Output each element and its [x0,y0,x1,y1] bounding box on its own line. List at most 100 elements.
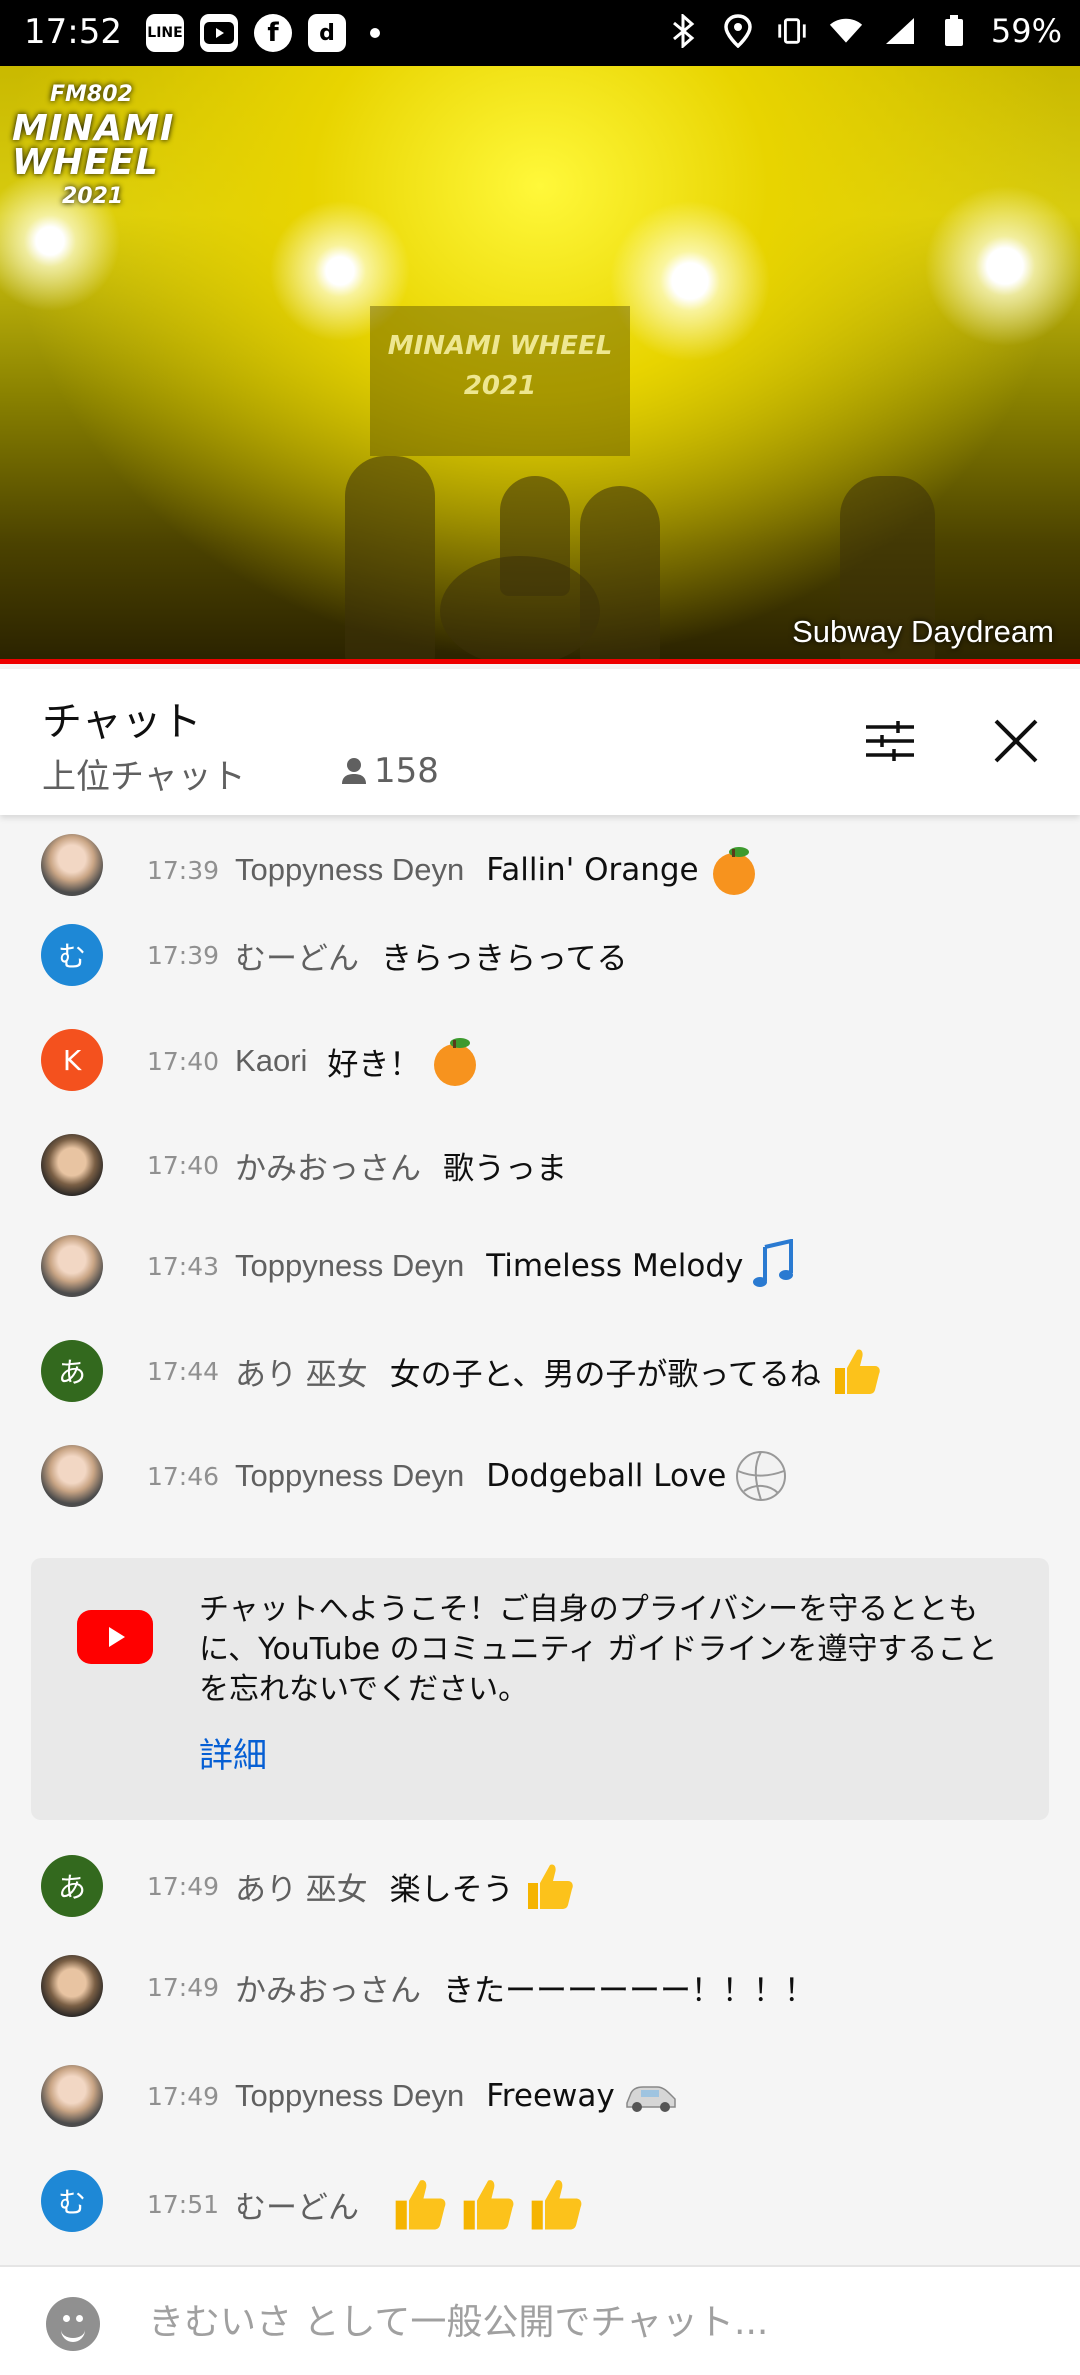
d-app-icon: d [308,14,346,52]
more-notifications-icon [370,28,380,38]
facebook-app-icon: f [254,14,292,52]
vibrate-icon [775,14,809,48]
message-text: Fallin' Orange [486,852,699,888]
message-author[interactable]: Toppyness Deyn [235,1248,464,1284]
message-text: 楽しそう [389,1871,514,1908]
message-author[interactable]: Toppyness Deyn [235,852,464,888]
message-time: 17:49 [147,1871,220,1901]
avatar[interactable]: K [41,1029,103,1091]
chat-welcome-banner: チャットへようこそ！ご自身のプライバシーを守るとともに、YouTube のコミュ… [31,1558,1049,1820]
tangerine-icon [434,1038,477,1086]
notification-icons: LINE f d [146,14,380,52]
avatar[interactable] [41,1955,103,2017]
sliders-icon [866,721,914,761]
battery-percent: 59% [990,12,1062,50]
system-icons: 59% [667,12,1062,50]
message-text: Timeless Melody [486,1248,744,1284]
message-time: 17:43 [147,1251,220,1281]
drum-kit [440,556,600,664]
message-time: 17:49 [147,1973,220,2002]
chat-message[interactable]: あ 17:44 あり 巫女 女の子と、男の子が歌ってるね [0,1330,1080,1420]
status-time: 17:52 [24,12,122,52]
avatar[interactable]: あ [41,1340,103,1402]
chat-message[interactable]: む 17:51 むーどん [0,2160,1080,2250]
message-author[interactable]: あり 巫女 [235,1864,368,1909]
thumbs-up-icon [463,2180,514,2230]
message-time: 17:40 [147,1151,220,1180]
message-author[interactable]: あり 巫女 [235,1349,368,1394]
message-time: 17:44 [147,1356,220,1386]
message-time: 17:51 [147,2189,220,2219]
video-progress-bar[interactable] [0,659,1080,664]
battery-icon [937,14,971,48]
chat-message[interactable]: 17:49 かみおっさん きたーーーーーー！！！！ [0,1945,1080,2035]
tangerine-icon [712,847,755,895]
message-text: Freeway [486,2078,615,2114]
chat-mode-selector[interactable]: 上位チャット [42,749,246,798]
chat-message[interactable]: 17:49 Toppyness Deyn Freeway [0,2055,1080,2145]
line-app-icon: LINE [146,14,184,52]
chat-message[interactable]: 17:43 Toppyness Deyn Timeless Melody [0,1225,1080,1315]
message-text: きらっきらってる [381,941,628,977]
message-text: 好き！ [327,1046,421,1083]
message-author[interactable]: かみおっさん [235,1965,421,2010]
chat-message[interactable]: 17:39 Toppyness Deyn Fallin' Orange [0,825,1080,905]
message-time: 17:39 [147,855,220,885]
car-icon [625,2086,676,2112]
wifi-icon [829,14,863,48]
chat-input-bar [0,2265,1080,2375]
performer [580,486,660,664]
video-caption: Subway Daydream [792,614,1054,649]
signal-icon [883,14,917,48]
chat-message[interactable]: あ 17:49 あり 巫女 楽しそう [0,1845,1080,1935]
stage-sign: MINAMI WHEEL 2021 [370,306,630,456]
fm802-logo: FM802 MINAMI WHEEL 2021 [12,82,175,209]
message-text: 女の子と、男の子が歌ってるね [389,1356,821,1393]
avatar[interactable] [41,2065,103,2127]
chat-message-list[interactable]: 17:39 Toppyness Deyn Fallin' Orange む 17… [0,815,1080,2265]
avatar[interactable] [41,1235,103,1297]
chat-header: チャット 上位チャット 158 [0,669,1080,815]
message-time: 17:46 [147,1461,220,1491]
volleyball-icon [736,1451,787,1501]
thumbs-up-icon [531,2180,582,2230]
chat-mode-label: 上位チャット [42,757,246,797]
message-author[interactable]: むーどん [235,933,359,978]
avatar[interactable]: あ [41,1855,103,1917]
thumbs-up-icon [834,1349,880,1394]
thumbs-up-icon [395,2180,446,2230]
avatar[interactable]: む [41,924,103,986]
avatar[interactable] [41,834,103,896]
message-time: 17:49 [147,2081,220,2111]
message-text: Dodgeball Love [486,1458,727,1494]
close-icon [994,719,1038,763]
chat-message[interactable]: む 17:39 むーどん きらっきらってる [0,915,1080,995]
chat-input[interactable] [146,2291,1030,2353]
viewer-count: 158 [340,751,439,791]
emoji-button[interactable] [46,2297,100,2351]
musical-notes-icon [753,1239,794,1287]
message-time: 17:39 [147,941,220,970]
viewer-count-value: 158 [374,751,439,791]
message-author[interactable]: Toppyness Deyn [235,2078,464,2114]
chat-title: チャット [42,699,202,745]
message-time: 17:40 [147,1046,220,1076]
thumbs-up-icon [527,1864,573,1909]
message-author[interactable]: Kaori [235,1043,307,1079]
chat-message[interactable]: 17:46 Toppyness Deyn Dodgeball Love [0,1435,1080,1525]
chat-settings-button[interactable] [858,709,922,773]
avatar[interactable] [41,1445,103,1507]
video-player[interactable]: FM802 MINAMI WHEEL 2021 MINAMI WHEEL 202… [0,66,1080,664]
welcome-text: チャットへようこそ！ご自身のプライバシーを守るとともに、YouTube のコミュ… [199,1592,998,1707]
close-chat-button[interactable] [984,709,1048,773]
message-author[interactable]: むーどん [235,2182,359,2227]
performer [345,456,435,664]
message-author[interactable]: Toppyness Deyn [235,1458,464,1494]
chat-message[interactable]: 17:40 かみおっさん 歌うっま [0,1125,1080,1205]
person-icon [342,758,366,784]
message-author[interactable]: かみおっさん [235,1143,421,1188]
avatar[interactable]: む [41,2170,103,2232]
chat-message[interactable]: K 17:40 Kaori 好き！ [0,1020,1080,1100]
avatar[interactable] [41,1134,103,1196]
learn-more-link[interactable]: 詳細 [199,1728,267,1777]
